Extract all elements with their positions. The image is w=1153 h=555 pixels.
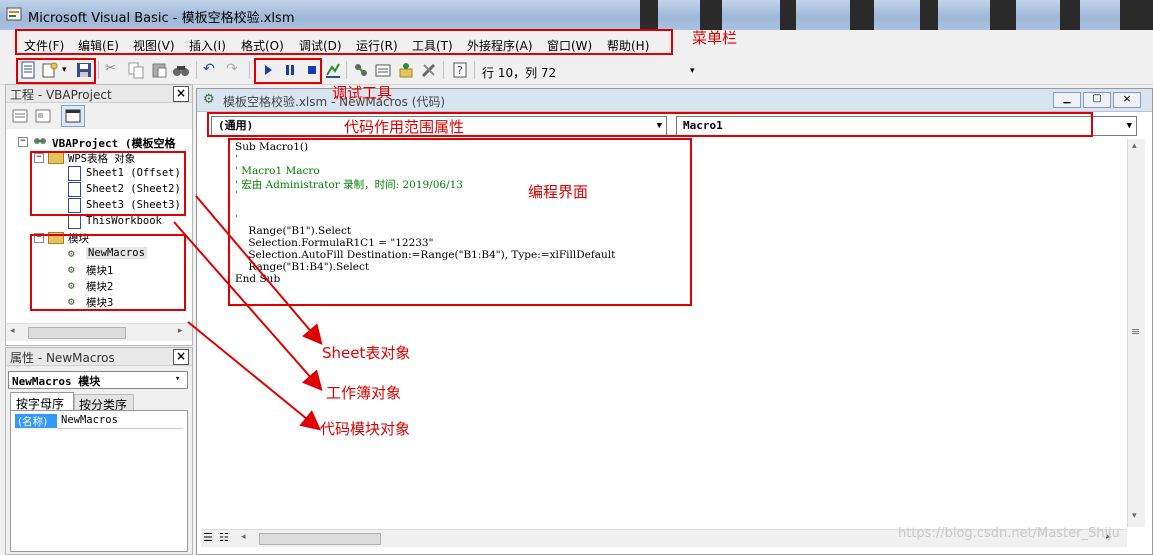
- maximize-button[interactable]: ▢: [1083, 92, 1111, 108]
- object-browser-icon[interactable]: [397, 61, 415, 79]
- title-stripe: [1120, 0, 1153, 30]
- toolbox-icon[interactable]: [420, 61, 438, 79]
- folder-icon: [65, 109, 81, 123]
- title-stripe: [920, 0, 938, 30]
- annotation-box-editor: [228, 138, 692, 306]
- title-bar: Microsoft Visual Basic - 模板空格校验.xlsm: [0, 0, 1153, 30]
- annotation-box-quick-tools: [16, 58, 96, 84]
- annotation-workbook: 工作簿对象: [326, 384, 402, 402]
- scroll-thumb[interactable]: [28, 327, 126, 339]
- standard-toolbar: ▾ ✂ ↶ ↷ ? 行 10，列 72 ▾: [0, 57, 1153, 85]
- toolbar-separator: [98, 61, 99, 79]
- properties-panel-title: 属性 - NewMacros: [10, 351, 115, 365]
- title-stripe: [990, 0, 1016, 30]
- toolbar-separator: [249, 61, 250, 79]
- undo-icon[interactable]: ↶: [203, 61, 221, 79]
- toolbar-options-icon[interactable]: ▾: [690, 66, 695, 76]
- title-stripe: [640, 0, 658, 30]
- window-title: Microsoft Visual Basic - 模板空格校验.xlsm: [28, 11, 295, 26]
- cut-icon[interactable]: ✂: [105, 61, 123, 79]
- toolbar-separator: [443, 61, 444, 79]
- property-grid: (名称) NewMacros: [10, 410, 188, 552]
- property-value: NewMacros: [61, 414, 118, 426]
- code-window-icon: ⚙: [203, 92, 215, 107]
- close-project-panel-button[interactable]: ×: [173, 86, 189, 102]
- tab-categorized[interactable]: 按分类序: [74, 394, 134, 412]
- property-name-cell[interactable]: (名称): [15, 414, 57, 428]
- tab-alphabetic[interactable]: 按字母序: [10, 392, 74, 411]
- scroll-up-icon[interactable]: ▴: [1132, 141, 1137, 151]
- annotation-scope: 代码作用范围属性: [344, 118, 465, 136]
- object-dropdown-value: NewMacros 模块: [12, 375, 101, 388]
- vbaproject-icon: [34, 138, 46, 144]
- project-panel-toolbar: [6, 103, 192, 129]
- annotation-menubar: 菜单栏: [692, 29, 738, 47]
- title-stripe: [850, 0, 874, 30]
- annotation-sheet: Sheet表对象: [322, 344, 411, 362]
- scroll-left-icon[interactable]: ◂: [10, 326, 15, 336]
- annotation-box-scope: [207, 112, 1093, 137]
- cursor-position: 行 10，列 72: [482, 66, 557, 80]
- annotation-debug: 调试工具: [332, 84, 393, 102]
- tree-item-workbook[interactable]: ThisWorkbook: [86, 215, 162, 227]
- annotation-box-sheets: [30, 151, 186, 216]
- toolbar-separator: [196, 61, 197, 79]
- scroll-down-icon[interactable]: ▾: [1132, 511, 1137, 521]
- paste-icon[interactable]: [150, 61, 168, 79]
- redo-icon[interactable]: ↷: [226, 61, 244, 79]
- view-object-icon[interactable]: [35, 108, 51, 124]
- minimize-button[interactable]: ▁: [1053, 92, 1081, 108]
- scroll-right-icon[interactable]: ▸: [178, 326, 183, 336]
- properties-window-icon[interactable]: [374, 61, 392, 79]
- property-value-cell[interactable]: NewMacros: [57, 414, 183, 429]
- annotation-editor: 编程界面: [528, 183, 589, 201]
- procedure-view-icon[interactable]: ☰: [203, 531, 213, 544]
- project-hscrollbar[interactable]: ◂ ▸: [6, 323, 192, 341]
- chevron-down-icon[interactable]: ▾: [175, 374, 180, 384]
- project-panel-header: 工程 - VBAProject: [6, 85, 192, 103]
- vba-app-icon: [6, 7, 22, 21]
- help-icon[interactable]: ?: [451, 61, 469, 79]
- chevron-down-icon[interactable]: ▼: [1127, 117, 1132, 135]
- view-code-icon[interactable]: [12, 108, 28, 124]
- tree-root[interactable]: VBAProject (模板空格: [52, 135, 175, 151]
- copy-icon[interactable]: [127, 61, 145, 79]
- watermark: https://blog.csdn.net/Master_Shiju: [898, 526, 1120, 541]
- properties-panel-header: 属性 - NewMacros: [6, 348, 192, 366]
- title-stripe: [1060, 0, 1080, 30]
- toolbar-separator: [346, 61, 347, 79]
- scroll-left-icon[interactable]: ◂: [241, 532, 246, 542]
- title-stripe: [700, 0, 722, 30]
- project-explorer-icon[interactable]: [352, 61, 370, 79]
- code-vscrollbar[interactable]: ▴ ≡ ▾: [1127, 139, 1145, 527]
- design-mode-icon[interactable]: [324, 61, 342, 79]
- toggle-folders-button[interactable]: [61, 105, 85, 127]
- annotation-module: 代码模块对象: [320, 420, 411, 438]
- close-button[interactable]: ×: [1113, 92, 1141, 108]
- annotation-box-menubar: [15, 29, 673, 55]
- property-name: (名称): [18, 416, 48, 428]
- title-stripe: [780, 0, 796, 30]
- workbook-icon: [68, 214, 81, 229]
- scroll-thumb[interactable]: [259, 533, 381, 545]
- annotation-box-modules: [30, 234, 186, 311]
- close-properties-panel-button[interactable]: ×: [173, 349, 189, 365]
- toolbar-separator: [474, 61, 475, 79]
- svg-text:?: ?: [457, 64, 463, 77]
- project-panel-title: 工程 - VBAProject: [10, 88, 112, 102]
- properties-window: 属性 - NewMacros × NewMacros 模块 ▾ 按字母序 按分类…: [5, 347, 193, 555]
- find-icon[interactable]: [172, 61, 190, 79]
- full-module-view-icon[interactable]: ☷: [219, 531, 229, 544]
- object-dropdown[interactable]: NewMacros 模块 ▾: [8, 371, 188, 389]
- collapse-icon[interactable]: −: [18, 137, 28, 147]
- annotation-box-debug: [254, 58, 322, 84]
- splitter-icon[interactable]: ≡: [1131, 325, 1140, 338]
